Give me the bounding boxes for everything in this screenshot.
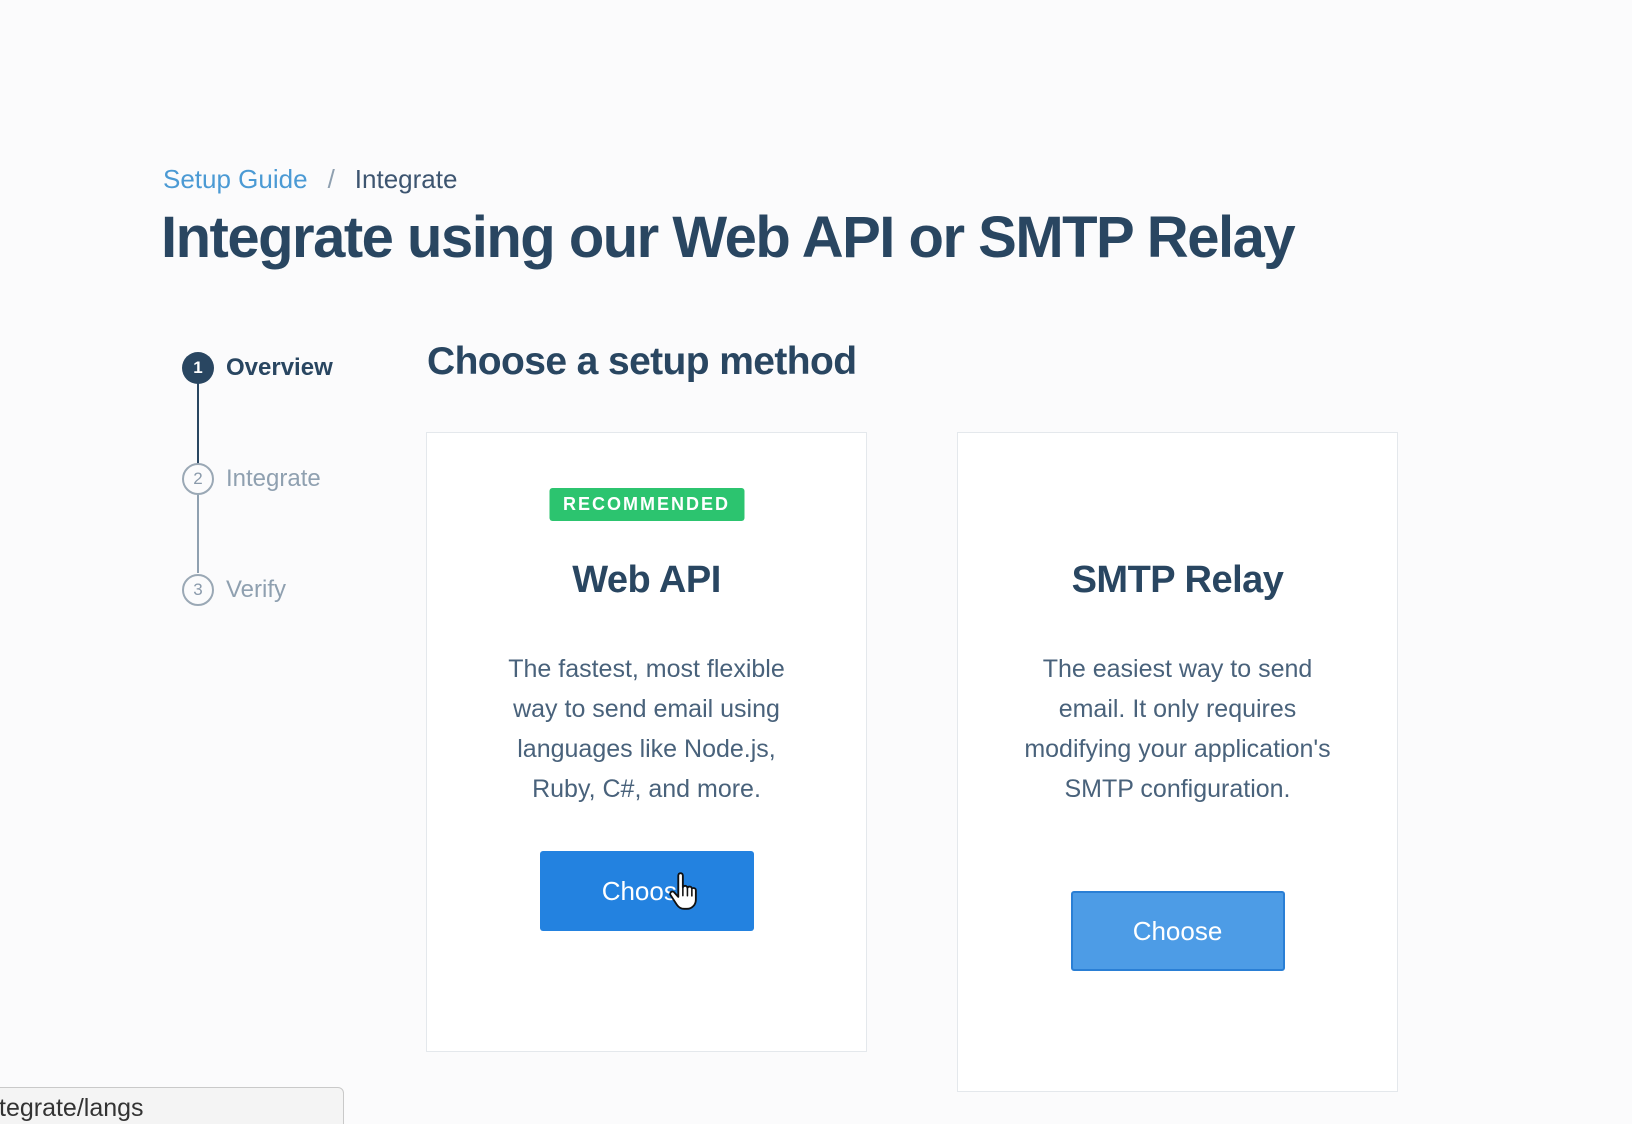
pointer-hand-icon	[669, 872, 697, 910]
stepper-connector-1	[197, 383, 199, 465]
step-label-overview: Overview	[226, 354, 333, 381]
status-bar-url: tegrate/langs	[0, 1087, 344, 1124]
web-api-choose-button[interactable]: Choose	[539, 851, 754, 931]
stepper-connector-2	[197, 491, 199, 573]
breadcrumb-current: Integrate	[354, 164, 458, 194]
web-api-card: RECOMMENDED Web API The fastest, most fl…	[426, 432, 867, 1052]
web-api-title: Web API	[572, 559, 721, 601]
step-verify[interactable]: 3 Verify	[182, 574, 286, 606]
step-label-verify: Verify	[226, 576, 287, 603]
step-label-integrate: Integrate	[226, 465, 321, 492]
breadcrumb: Setup Guide / Integrate	[163, 164, 457, 195]
smtp-relay-choose-button[interactable]: Choose	[1070, 891, 1285, 971]
step-integrate[interactable]: 2 Integrate	[182, 463, 321, 495]
step-number-1: 1	[182, 352, 214, 384]
breadcrumb-separator: /	[327, 164, 335, 194]
step-number-2: 2	[182, 463, 214, 495]
step-number-3: 3	[182, 574, 214, 606]
page-title: Integrate using our Web API or SMTP Rela…	[161, 205, 1296, 270]
smtp-relay-description: The easiest way to send email. It only r…	[1024, 655, 1331, 803]
smtp-relay-card: SMTP Relay The easiest way to send email…	[957, 432, 1398, 1092]
section-title: Choose a setup method	[427, 340, 857, 383]
breadcrumb-setup-guide-link[interactable]: Setup Guide	[163, 164, 308, 195]
step-overview[interactable]: 1 Overview	[182, 352, 333, 384]
web-api-description: The fastest, most flexible way to send e…	[508, 655, 785, 803]
recommended-badge: RECOMMENDED	[548, 488, 745, 521]
smtp-relay-title: SMTP Relay	[1071, 559, 1284, 601]
